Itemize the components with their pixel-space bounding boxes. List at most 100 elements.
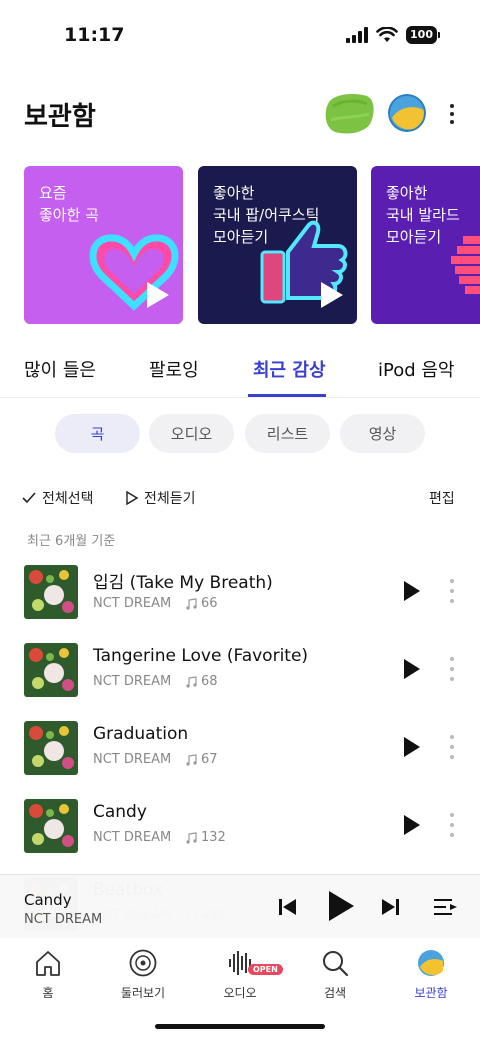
card-line: 좋아한 <box>386 184 428 202</box>
card-line: 좋아한 곡 <box>39 206 99 224</box>
chip-list[interactable]: 리스트 <box>245 414 330 453</box>
next-track-icon[interactable] <box>380 897 400 917</box>
mini-player-artist: NCT DREAM <box>24 912 103 927</box>
edit-button[interactable]: 편집 <box>429 488 455 508</box>
song-artist: NCT DREAM <box>93 674 172 689</box>
card-line: 국내 발라드 <box>386 206 460 224</box>
song-more-icon[interactable] <box>448 579 456 603</box>
card-pop-acoustic[interactable]: 좋아한 국내 팝/어쿠스틱 모아듣기 <box>198 166 357 324</box>
playlist-queue-icon[interactable] <box>434 897 458 917</box>
play-icon[interactable] <box>326 890 356 922</box>
play-count-value: 68 <box>201 674 218 689</box>
play-outline-icon <box>126 491 138 505</box>
nav-label: 검색 <box>323 986 347 1000</box>
page-title: 보관함 <box>24 102 96 132</box>
chip-audio[interactable]: 오디오 <box>149 414 234 453</box>
page-header: 보관함 <box>0 84 480 144</box>
period-note: 최근 6개월 기준 <box>27 534 116 549</box>
song-title: Tangerine Love (Favorite) <box>93 646 309 666</box>
mini-player-title: Candy <box>24 891 72 909</box>
list-actions: 전체선택 전체듣기 편집 <box>0 486 480 512</box>
chip-video[interactable]: 영상 <box>340 414 425 453</box>
signal-icon <box>346 27 369 43</box>
previous-track-icon[interactable] <box>278 897 298 917</box>
tab-following[interactable]: 팔로잉 <box>149 356 199 382</box>
status-bar: 11:17 100 <box>0 0 480 72</box>
card-recent-liked[interactable]: 요즘 좋아한 곡 <box>24 166 183 324</box>
song-play-icon[interactable] <box>404 659 420 679</box>
edit-label: 편집 <box>429 491 455 507</box>
song-artist: NCT DREAM <box>93 752 172 767</box>
active-tab-indicator <box>248 394 326 397</box>
play-all-label: 전체듣기 <box>144 491 196 507</box>
nav-search[interactable]: 검색 <box>295 948 375 1001</box>
battery-level: 100 <box>406 26 437 44</box>
play-count: 66 <box>185 596 218 611</box>
status-time: 11:17 <box>64 24 125 46</box>
nav-label: 홈 <box>42 986 54 1000</box>
battery-icon: 100 <box>406 26 440 44</box>
nav-home[interactable]: 홈 <box>8 948 88 1001</box>
profile-sticker-icon[interactable] <box>323 92 375 136</box>
song-artist: NCT DREAM <box>93 596 172 611</box>
card-ballad[interactable]: 좋아한 국내 발라드 모아듣기 <box>371 166 480 324</box>
play-count: 67 <box>185 752 218 767</box>
wifi-icon <box>376 27 398 42</box>
album-art[interactable] <box>24 565 78 619</box>
user-avatar[interactable] <box>388 94 426 132</box>
song-play-icon[interactable] <box>404 815 420 835</box>
song-more-icon[interactable] <box>448 735 456 759</box>
music-note-icon <box>186 597 197 610</box>
play-count-value: 132 <box>201 830 226 845</box>
card-play-icon[interactable] <box>147 282 169 308</box>
song-row[interactable]: 입김 (Take My Breath) NCT DREAM 66 <box>0 565 480 643</box>
play-count-value: 66 <box>201 596 218 611</box>
play-all-button[interactable]: 전체듣기 <box>126 488 196 508</box>
library-avatar-icon <box>418 950 444 976</box>
select-all-label: 전체선택 <box>42 491 94 507</box>
music-note-icon <box>186 831 197 844</box>
song-row[interactable]: Graduation NCT DREAM 67 <box>0 721 480 799</box>
search-icon <box>323 951 349 977</box>
nav-label: 둘러보기 <box>120 986 166 1000</box>
playlist-cards: 요즘 좋아한 곡 좋아한 국내 팝/어쿠스틱 모아듣기 좋아한 국내 발라드 모 <box>24 166 480 324</box>
open-badge: OPEN <box>248 964 283 975</box>
play-count: 132 <box>185 830 226 845</box>
album-art[interactable] <box>24 799 78 853</box>
play-count: 68 <box>185 674 218 689</box>
song-play-icon[interactable] <box>404 737 420 757</box>
album-art[interactable] <box>24 643 78 697</box>
chip-songs[interactable]: 곡 <box>55 414 140 453</box>
tab-recent[interactable]: 최근 감상 <box>253 356 326 382</box>
song-more-icon[interactable] <box>448 657 456 681</box>
song-play-icon[interactable] <box>404 581 420 601</box>
tab-most-played[interactable]: 많이 들은 <box>24 356 96 382</box>
album-art[interactable] <box>24 721 78 775</box>
card-line: 요즘 <box>39 184 67 202</box>
song-row[interactable]: Tangerine Love (Favorite) NCT DREAM 68 <box>0 643 480 721</box>
home-indicator <box>155 1024 325 1029</box>
select-all-button[interactable]: 전체선택 <box>22 488 94 508</box>
nav-library[interactable]: 보관함 <box>391 948 471 1001</box>
song-more-icon[interactable] <box>448 813 456 837</box>
home-icon <box>36 951 60 976</box>
card-line: 모아듣기 <box>386 228 442 246</box>
play-count-value: 67 <box>201 752 218 767</box>
mini-player[interactable]: Candy NCT DREAM <box>0 874 480 938</box>
card-play-icon[interactable] <box>321 282 343 308</box>
filter-chips: 곡 오디오 리스트 영상 <box>0 414 480 454</box>
library-tabs: 많이 들은 팔로잉 최근 감상 iPod 음악 <box>0 346 480 398</box>
check-icon <box>22 492 36 504</box>
music-note-icon <box>186 675 197 688</box>
nav-browse[interactable]: 둘러보기 <box>103 948 183 1001</box>
song-title: Candy <box>93 802 147 822</box>
card-line: 좋아한 <box>213 184 255 202</box>
nav-label: 오디오 <box>223 986 257 1000</box>
song-row[interactable]: Candy NCT DREAM 132 <box>0 799 480 877</box>
more-menu-icon[interactable] <box>444 100 460 128</box>
disc-icon <box>129 949 157 977</box>
song-title: 입김 (Take My Breath) <box>93 573 273 593</box>
music-note-icon <box>186 753 197 766</box>
tab-ipod-music[interactable]: iPod 음악 <box>378 356 455 382</box>
song-title: Graduation <box>93 724 189 744</box>
